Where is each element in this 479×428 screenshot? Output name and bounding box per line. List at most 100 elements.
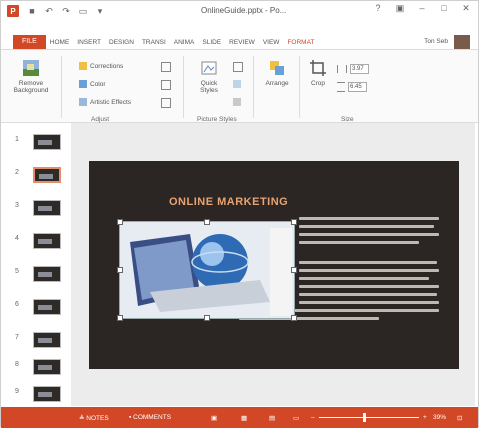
resize-handle[interactable] — [117, 219, 123, 225]
slide-title[interactable]: ONLINE MARKETING — [169, 196, 288, 208]
document-title: OnlineGuide.pptx - Po... — [201, 6, 287, 15]
thumbnail-slide-8[interactable]: 8 — [15, 359, 70, 375]
zoom-out-icon[interactable]: – — [311, 414, 315, 421]
width-icon — [337, 82, 345, 92]
ribbon-display-button[interactable]: ▣ — [394, 3, 406, 14]
zoom-level[interactable]: 39% — [433, 414, 446, 421]
compress-icon — [161, 62, 171, 72]
thumbnail-slide-9[interactable]: 9 — [15, 386, 70, 402]
minimize-button[interactable]: – — [416, 3, 428, 14]
crop-icon — [310, 60, 326, 76]
tab-file[interactable]: FILE — [13, 35, 46, 49]
separator — [61, 56, 62, 118]
thumbnail-slide-4[interactable]: 4 — [15, 233, 70, 249]
tab-home[interactable]: HOME — [46, 39, 74, 46]
notes-button[interactable]: ≜ NOTES — [79, 414, 109, 422]
thumbnail-slide-6[interactable]: 6 — [15, 299, 70, 315]
separator — [183, 56, 184, 118]
reading-view-icon[interactable]: ▤ — [269, 414, 275, 422]
maximize-button[interactable]: □ — [438, 3, 450, 14]
powerpoint-window: P ■ ↶ ↷ ▭ ▾ OnlineGuide.pptx - Po... ? ▣… — [0, 0, 479, 428]
picture-border-icon — [233, 62, 243, 72]
tab-format[interactable]: FORMAT — [283, 39, 318, 46]
resize-handle[interactable] — [204, 219, 210, 225]
thumbnail-slide-7[interactable]: 7 — [15, 332, 70, 348]
tab-insert[interactable]: INSERT — [73, 39, 105, 46]
artistic-effects-button[interactable]: Artistic Effects — [79, 98, 131, 106]
separator — [299, 56, 300, 118]
group-label-picture-styles: Picture Styles — [197, 116, 237, 123]
resize-handle[interactable] — [117, 267, 123, 273]
crop-button[interactable]: Crop — [303, 58, 333, 87]
ribbon: Remove Background Corrections Color Arti… — [1, 49, 478, 123]
picture-layout-button[interactable] — [233, 98, 241, 106]
resize-handle[interactable] — [204, 315, 210, 321]
resize-handle[interactable] — [117, 315, 123, 321]
width-field[interactable]: 6.45 — [337, 82, 367, 92]
tab-slideshow[interactable]: SLIDE — [198, 39, 225, 46]
avatar[interactable] — [454, 35, 470, 49]
picture-effects-icon — [233, 80, 241, 88]
zoom-slider-thumb[interactable] — [363, 413, 366, 422]
thumbnail-slide-5[interactable]: 5 — [15, 266, 70, 282]
help-button[interactable]: ? — [372, 3, 384, 14]
ribbon-tabs: FILE HOME INSERT DESIGN TRANSI ANIMA SLI… — [1, 35, 478, 49]
picture-effects-button[interactable] — [233, 80, 241, 88]
reset-picture-button[interactable] — [161, 98, 171, 108]
slide-thumbnails: 1 2 3 4 5 6 7 8 9 — [15, 134, 70, 404]
arrange-icon — [270, 61, 284, 75]
thumbnail-slide-2[interactable]: 2 — [15, 167, 70, 183]
save-icon[interactable]: ■ — [27, 6, 37, 16]
picture-border-button[interactable] — [233, 62, 243, 72]
window-controls: ? ▣ – □ ✕ — [372, 3, 472, 14]
comments-button[interactable]: ▪ COMMENTS — [129, 414, 171, 421]
arrange-button[interactable]: Arrange — [259, 58, 295, 87]
slide-sorter-icon[interactable]: ▦ — [241, 414, 247, 422]
customize-icon[interactable]: ▾ — [95, 6, 105, 17]
title-bar: P ■ ↶ ↷ ▭ ▾ OnlineGuide.pptx - Po... ? ▣… — [1, 1, 478, 21]
reset-picture-icon — [161, 98, 171, 108]
color-button[interactable]: Color — [79, 80, 106, 88]
corrections-icon — [79, 62, 87, 70]
resize-handle[interactable] — [291, 219, 297, 225]
separator — [253, 56, 254, 118]
zoom-in-icon[interactable]: + — [423, 414, 427, 421]
height-field[interactable]: 3.97 — [337, 64, 369, 74]
tab-design[interactable]: DESIGN — [105, 39, 138, 46]
zoom-slider[interactable] — [319, 417, 419, 418]
artistic-effects-icon — [79, 98, 87, 106]
remove-background-button[interactable]: Remove Background — [11, 58, 51, 94]
thumbnail-slide-1[interactable]: 1 — [15, 134, 70, 150]
redo-icon[interactable]: ↷ — [61, 6, 71, 17]
corrections-button[interactable]: Corrections — [79, 62, 123, 70]
color-icon — [79, 80, 87, 88]
close-button[interactable]: ✕ — [460, 3, 472, 14]
thumbnail-slide-3[interactable]: 3 — [15, 200, 70, 216]
tab-transitions[interactable]: TRANSI — [138, 39, 170, 46]
group-label-adjust: Adjust — [91, 116, 110, 123]
signed-in-user[interactable]: Ton Seb — [424, 38, 448, 45]
status-bar: ≜ NOTES ▪ COMMENTS ▣ ▦ ▤ ▭ – + 39% ⊡ — [1, 407, 478, 428]
compress-pictures-button[interactable] — [161, 62, 171, 72]
globe-laptop-image — [120, 222, 294, 318]
slideshow-icon[interactable]: ▭ — [78, 6, 88, 17]
quick-styles-button[interactable]: Quick Styles — [191, 58, 227, 94]
tab-view[interactable]: VIEW — [259, 39, 284, 46]
resize-handle[interactable] — [291, 315, 297, 321]
resize-handle[interactable] — [291, 267, 297, 273]
height-icon — [337, 65, 347, 73]
tab-animations[interactable]: ANIMA — [170, 39, 199, 46]
remove-background-icon — [23, 60, 39, 76]
slideshow-view-icon[interactable]: ▭ — [293, 414, 299, 422]
selected-picture[interactable] — [117, 219, 297, 321]
quick-access-toolbar: ■ ↶ ↷ ▭ ▾ — [27, 6, 105, 17]
group-label-size: Size — [341, 116, 354, 123]
undo-icon[interactable]: ↶ — [44, 6, 54, 17]
normal-view-icon[interactable]: ▣ — [211, 414, 217, 422]
fit-to-window-icon[interactable]: ⊡ — [457, 414, 462, 422]
powerpoint-icon: P — [7, 5, 19, 17]
slide-canvas[interactable]: ONLINE MARKETING — [89, 161, 459, 369]
picture-layout-icon — [233, 98, 241, 106]
change-picture-button[interactable] — [161, 80, 171, 90]
tab-review[interactable]: REVIEW — [225, 39, 259, 46]
